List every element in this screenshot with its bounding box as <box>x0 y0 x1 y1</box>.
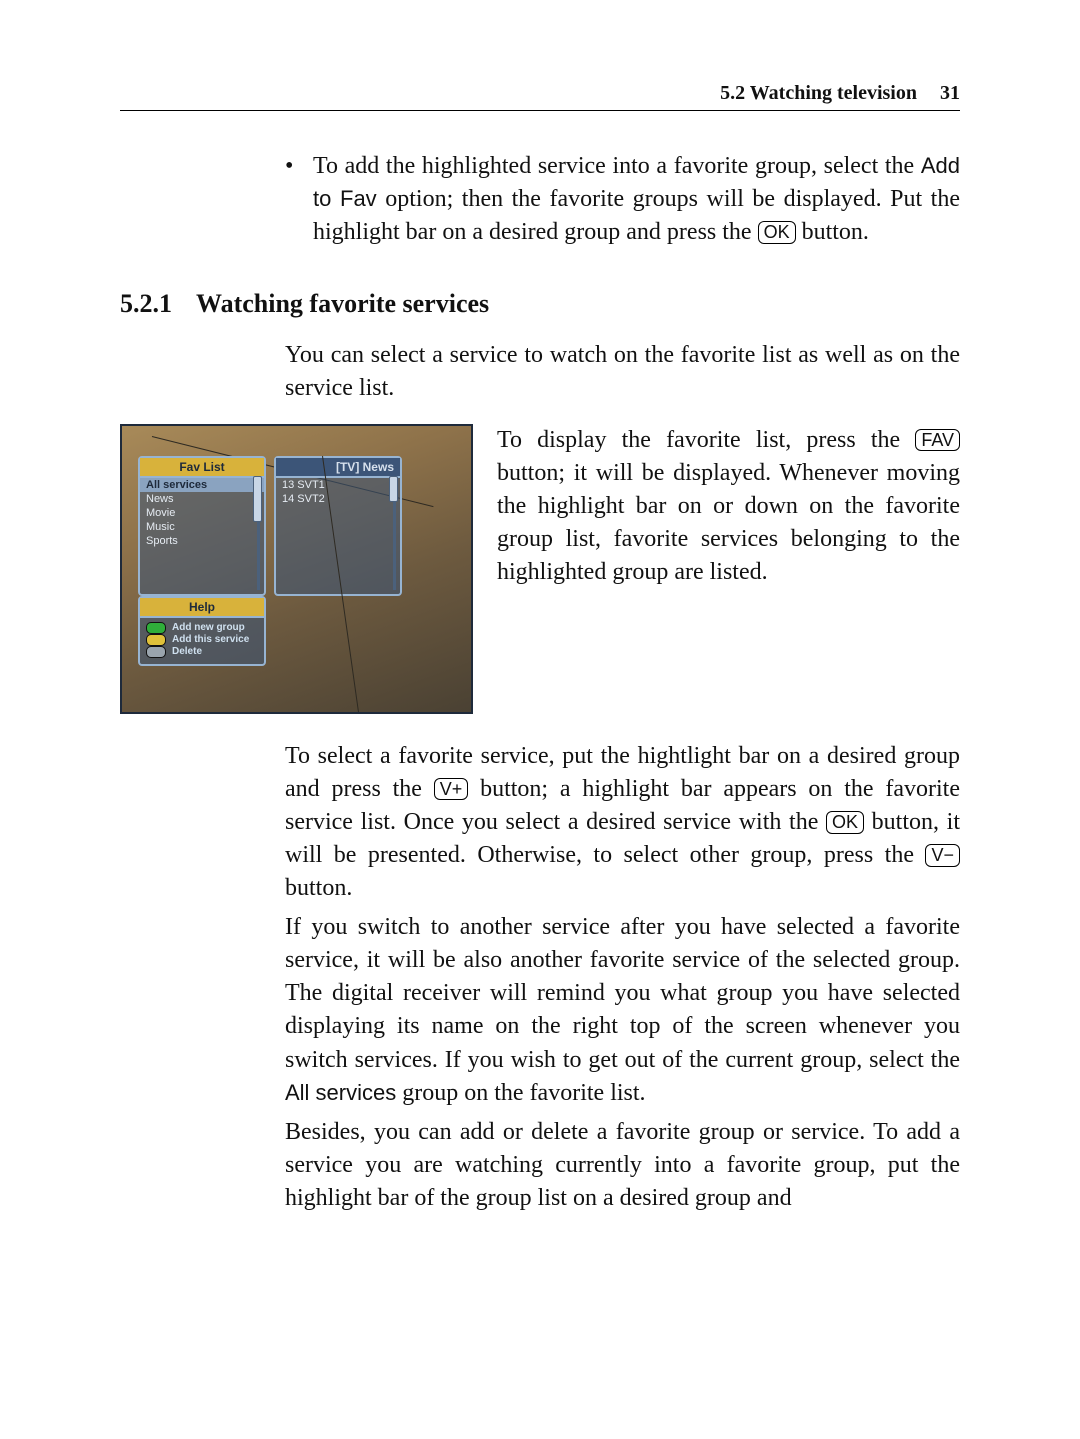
subsection-title: Watching favorite services <box>196 289 489 319</box>
fav-list-panel: Fav List All services News Movie Music S… <box>138 456 266 596</box>
help-row: Add new group <box>146 622 258 634</box>
fav-item: Movie <box>140 506 264 520</box>
scrollbar-thumb <box>389 476 398 502</box>
fav-item: All services <box>140 478 264 492</box>
page: 5.2 Watching television 31 • To add the … <box>0 0 1080 1439</box>
service-item: 14 SVT2 <box>276 492 400 506</box>
fav-list-body: All services News Movie Music Sports <box>140 478 264 548</box>
help-row: Delete <box>146 646 258 658</box>
bullet-text: To add the highlighted service into a fa… <box>313 150 960 249</box>
services-title: [TV] News <box>276 458 400 478</box>
grey-pill-icon <box>146 646 166 658</box>
bullet-block: • To add the highlighted service into a … <box>285 150 960 255</box>
fav-item: Music <box>140 520 264 534</box>
running-header: 5.2 Watching television 31 <box>120 82 960 105</box>
help-label: Add new group <box>172 622 245 633</box>
fav-item: News <box>140 492 264 506</box>
service-item: 13 SVT1 <box>276 478 400 492</box>
fav-list-screenshot: Fav List All services News Movie Music S… <box>120 424 473 714</box>
scrollbar-thumb <box>253 476 262 522</box>
help-label: Delete <box>172 646 202 657</box>
ok-key-icon: OK <box>758 221 796 244</box>
content-area: • To add the highlighted service into a … <box>120 150 960 1221</box>
fav-item: Sports <box>140 534 264 548</box>
option-all-services: All services <box>285 1080 396 1105</box>
p3-seg-a: If you switch to another service after y… <box>285 914 960 1072</box>
bullet-icon: • <box>285 153 313 180</box>
help-label: Add this service <box>172 634 249 645</box>
bullet-seg-c: button. <box>796 219 869 245</box>
subsection-heading: 5.2.1 Watching favorite services <box>120 289 960 319</box>
paragraph-add-delete: Besides, you can add or delete a favorit… <box>285 1116 960 1215</box>
help-panel: Help Add new group Add this service Dele… <box>138 596 266 666</box>
vminus-key-icon: V− <box>925 844 960 867</box>
services-panel: [TV] News 13 SVT1 14 SVT2 <box>274 456 402 596</box>
header-rule <box>120 110 960 111</box>
help-title: Help <box>140 598 264 618</box>
side-seg-a: To display the favorite list, press the <box>497 427 915 453</box>
green-pill-icon <box>146 622 166 634</box>
side-seg-b: button; it will be displayed. Whenever m… <box>497 460 960 585</box>
header-page-number: 31 <box>922 82 960 104</box>
vplus-key-icon: V+ <box>434 778 469 801</box>
help-row: Add this service <box>146 634 258 646</box>
p3-seg-b: group on the favorite list. <box>396 1080 645 1106</box>
yellow-pill-icon <box>146 634 166 646</box>
fav-list-title: Fav List <box>140 458 264 478</box>
intro-paragraph: You can select a service to watch on the… <box>285 339 960 405</box>
side-paragraph: To display the favorite list, press the … <box>497 424 960 590</box>
side-text: To display the favorite list, press the … <box>497 424 960 596</box>
header-section: 5.2 Watching television <box>720 82 917 104</box>
subsection-number: 5.2.1 <box>120 289 172 319</box>
paragraph-group-behavior: If you switch to another service after y… <box>285 911 960 1110</box>
paragraph-select-favorite: To select a favorite service, put the hi… <box>285 740 960 906</box>
p2-seg-d: button. <box>285 875 352 901</box>
fav-key-icon: FAV <box>915 429 960 452</box>
ok-key-icon: OK <box>826 811 864 834</box>
bullet-seg-a: To add the highlighted service into a fa… <box>313 153 921 179</box>
